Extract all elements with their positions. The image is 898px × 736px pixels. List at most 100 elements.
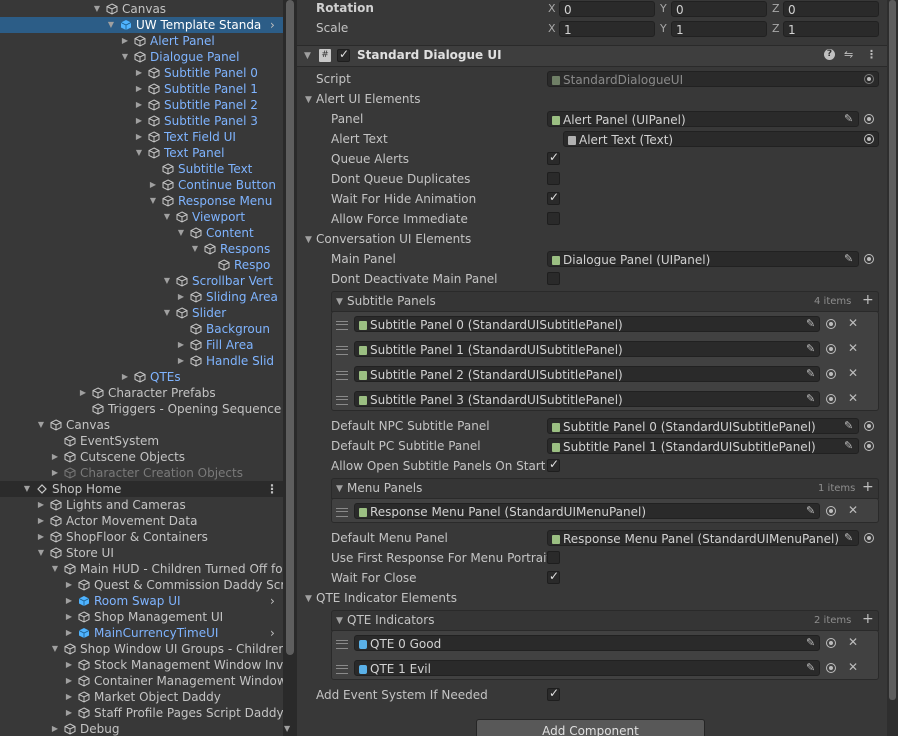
dont-queue-duplicates-checkbox[interactable] [547, 172, 560, 185]
expand-right-icon[interactable]: ▶ [176, 337, 186, 353]
subtitle-panels-fold-icon[interactable]: ▼ [336, 297, 343, 307]
expand-right-icon[interactable]: ▶ [36, 529, 46, 545]
subtitle-panel-item[interactable]: Subtitle Panel 2 (StandardUISubtitlePane… [354, 366, 820, 382]
hierarchy-item[interactable]: ▼ Text Panel [0, 145, 283, 161]
alert-panel-edit-icon[interactable]: ✎ [844, 112, 853, 125]
expand-down-icon[interactable]: ▼ [176, 225, 186, 241]
scale-z-field[interactable]: 1 [783, 21, 879, 37]
drag-handle-icon[interactable] [336, 346, 348, 355]
alert-panel-target-icon[interactable] [864, 114, 874, 124]
help-icon[interactable]: ? [824, 49, 835, 60]
edit-icon[interactable]: ✎ [806, 661, 815, 674]
hierarchy-item[interactable]: ▶ Debug [0, 721, 283, 736]
expand-down-icon[interactable]: ▼ [148, 193, 158, 209]
drag-handle-icon[interactable] [336, 665, 348, 674]
alert-text-field[interactable]: Alert Text (Text) [563, 131, 879, 147]
hierarchy-item[interactable]: ▼ Shop Home ⋮ [0, 481, 283, 497]
menu-panels-fold-icon[interactable]: ▼ [336, 484, 343, 494]
presets-icon[interactable]: ⇋ [844, 48, 853, 61]
hierarchy-item[interactable]: Subtitle Text [0, 161, 283, 177]
qte-section-label[interactable]: QTE Indicator Elements [316, 591, 457, 605]
allow-force-immediate-checkbox[interactable] [547, 212, 560, 225]
expand-right-icon[interactable]: ▶ [120, 33, 130, 49]
expand-right-icon[interactable]: ▶ [176, 289, 186, 305]
default-npc-target-icon[interactable] [864, 421, 874, 431]
qte-indicators-header[interactable]: ▼ QTE Indicators 2 items + [331, 610, 879, 631]
object-picker-icon[interactable] [826, 369, 836, 379]
component-fold-icon[interactable]: ▼ [304, 51, 311, 61]
hierarchy-item[interactable]: Triggers - Opening Sequence [0, 401, 283, 417]
object-picker-icon[interactable] [826, 394, 836, 404]
alert-panel-field[interactable]: Alert Panel (UIPanel) [547, 111, 859, 127]
expand-down-icon[interactable]: ▼ [162, 305, 172, 321]
rotation-y-field[interactable]: 0 [671, 1, 767, 17]
expand-right-icon[interactable]: ▶ [36, 513, 46, 529]
hierarchy-item[interactable]: ▼ Viewport [0, 209, 283, 225]
wait-for-close-checkbox[interactable] [547, 569, 560, 584]
object-picker-icon[interactable] [826, 663, 836, 673]
expand-right-icon[interactable]: ▶ [64, 577, 74, 593]
hierarchy-item[interactable]: ▼ Dialogue Panel [0, 49, 283, 65]
object-picker-icon[interactable] [826, 638, 836, 648]
expand-down-icon[interactable]: ▼ [120, 49, 130, 65]
drag-handle-icon[interactable] [336, 640, 348, 649]
object-picker-icon[interactable] [826, 506, 836, 516]
add-event-system-checkbox[interactable] [547, 686, 560, 701]
edit-icon[interactable]: ✎ [806, 392, 815, 405]
expand-down-icon[interactable]: ▼ [162, 273, 172, 289]
default-npc-edit-icon[interactable]: ✎ [844, 419, 853, 432]
expand-right-icon[interactable]: ▶ [176, 353, 186, 369]
allow-open-subtitle-checkbox[interactable] [547, 457, 560, 472]
hierarchy-scrollbar-thumb[interactable] [286, 0, 294, 655]
hierarchy-item[interactable]: ▼ UW Template Standa › [0, 17, 283, 33]
subtitle-panel-item[interactable]: Subtitle Panel 0 (StandardUISubtitlePane… [354, 316, 820, 332]
default-npc-panel-field[interactable]: Subtitle Panel 0 (StandardUISubtitlePane… [547, 418, 859, 434]
default-menu-panel-field[interactable]: Response Menu Panel (StandardUIMenuPanel… [547, 530, 859, 546]
component-header[interactable]: ▼ # Standard Dialogue UI ? ⇋ ⋮ [297, 45, 887, 67]
hierarchy-scrollbar[interactable] [283, 0, 297, 736]
inspector-scrollbar-thumb[interactable] [889, 0, 896, 700]
use-first-response-checkbox[interactable] [547, 551, 560, 564]
rotation-x-field[interactable]: 0 [559, 1, 655, 17]
expand-right-icon[interactable]: ▶ [64, 689, 74, 705]
hierarchy-item[interactable]: ▶ Shop Management UI [0, 609, 283, 625]
hierarchy-item[interactable]: ▶ Staff Profile Pages Script Daddy [0, 705, 283, 721]
hierarchy-item[interactable]: ▶ Continue Button [0, 177, 283, 193]
hierarchy-item[interactable]: ▶ Character Prefabs [0, 385, 283, 401]
remove-item-icon[interactable]: ✕ [848, 316, 858, 330]
remove-item-icon[interactable]: ✕ [848, 366, 858, 380]
conversation-fold-icon[interactable]: ▼ [305, 235, 312, 245]
hierarchy-item[interactable]: ▶ Quest & Commission Daddy Scr [0, 577, 283, 593]
hierarchy-item[interactable]: ▶ Subtitle Panel 1 [0, 81, 283, 97]
dont-deactivate-checkbox[interactable] [547, 272, 560, 285]
menu-panels-header[interactable]: ▼ Menu Panels 1 items + [331, 478, 879, 499]
expand-down-icon[interactable]: ▼ [92, 1, 102, 17]
remove-item-icon[interactable]: ✕ [848, 660, 858, 674]
expand-right-icon[interactable]: ▶ [134, 97, 144, 113]
menu-panels-add-icon[interactable]: + [862, 479, 874, 495]
remove-item-icon[interactable]: ✕ [848, 503, 858, 517]
expand-right-icon[interactable]: ▶ [134, 129, 144, 145]
hierarchy-item[interactable]: ▶ Room Swap UI › [0, 593, 283, 609]
kebab-menu-icon[interactable]: ⋮ [866, 48, 877, 61]
expand-right-icon[interactable]: ▶ [64, 657, 74, 673]
hierarchy-item[interactable]: ▶ Alert Panel [0, 33, 283, 49]
expand-right-icon[interactable]: ▶ [64, 625, 74, 641]
subtitle-panel-item[interactable]: Subtitle Panel 1 (StandardUISubtitlePane… [354, 341, 820, 357]
hierarchy-item[interactable]: ▶ Stock Management Window Inv [0, 657, 283, 673]
hierarchy-item[interactable]: ▼ Respons [0, 241, 283, 257]
edit-icon[interactable]: ✎ [806, 504, 815, 517]
expand-right-icon[interactable]: ▶ [78, 385, 88, 401]
subtitle-panels-header[interactable]: ▼ Subtitle Panels 4 items + [331, 291, 879, 312]
default-menu-target-icon[interactable] [864, 533, 874, 543]
hierarchy-item[interactable]: ▼ Scrollbar Vert [0, 273, 283, 289]
default-pc-target-icon[interactable] [864, 441, 874, 451]
queue-alerts-checkbox[interactable] [547, 150, 560, 165]
hierarchy-item[interactable]: ▶ Sliding Area [0, 289, 283, 305]
edit-icon[interactable]: ✎ [806, 367, 815, 380]
expand-down-icon[interactable]: ▼ [162, 209, 172, 225]
expand-right-icon[interactable]: ▶ [64, 673, 74, 689]
expand-right-icon[interactable]: ▶ [50, 449, 60, 465]
hierarchy-item[interactable]: ▶ Subtitle Panel 3 [0, 113, 283, 129]
prefab-open-chevron-icon[interactable]: › [270, 625, 275, 641]
